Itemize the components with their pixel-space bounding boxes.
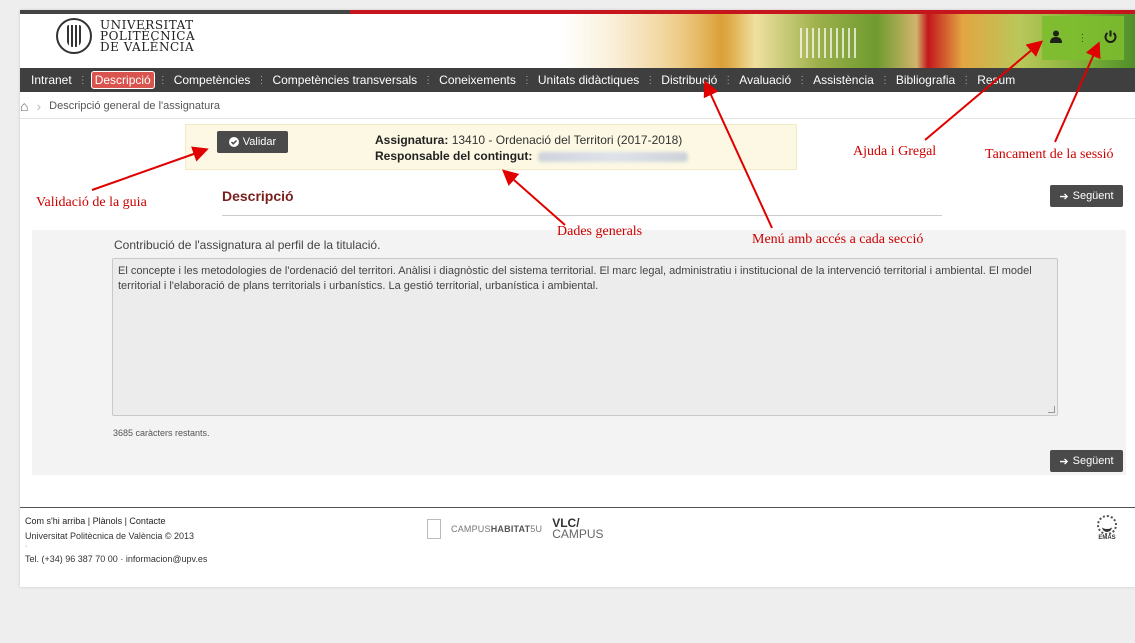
upv-logo[interactable]: UNIVERSITAT POLITÈCNICA DE VALÈNCIA — [56, 18, 195, 54]
nav-item-avaluacio[interactable]: Avaluació — [736, 71, 794, 89]
description-text: El concepte i les metodologies de l'orde… — [118, 265, 1032, 292]
nav-item-resum[interactable]: Resum — [974, 71, 1018, 89]
annotation-general-data: Dades generals — [557, 224, 643, 239]
campus-habitat-part-2: HABITAT — [490, 524, 531, 534]
description-textarea[interactable]: El concepte i les metodologies de l'orde… — [112, 258, 1058, 416]
footer-links[interactable]: Com s'hi arriba | Plànols | Contacte — [25, 516, 165, 526]
breadcrumb-divider — [20, 118, 1135, 119]
nav-item-descripcio[interactable]: Descripció — [90, 71, 155, 89]
nav-separator: ⋮ — [797, 74, 808, 86]
emas-icon — [1097, 515, 1117, 535]
nav-item-assistencia[interactable]: Assistència — [810, 71, 877, 89]
nav-item-competencies[interactable]: Competències — [171, 71, 254, 89]
nav-item-unitats-didactiques[interactable]: Unitats didàctiques — [535, 71, 642, 89]
subject-label: Assignatura: — [375, 133, 449, 147]
next-label: Següent — [1072, 190, 1114, 202]
university-name: UNIVERSITAT POLITÈCNICA DE VALÈNCIA — [100, 19, 195, 54]
section-title-divider — [222, 215, 942, 216]
footer-divider — [20, 507, 1135, 508]
breadcrumb: ⌂ › Descripció general de l'assignatura — [20, 96, 220, 116]
nav-separator: ⋮ — [723, 74, 734, 86]
arrow-right-icon: ➔ — [1059, 455, 1069, 468]
section-title: Descripció — [222, 188, 294, 204]
remaining-characters: 3685 caràcters restants. — [113, 428, 210, 438]
annotation-menu: Menú amb accés a cada secció — [752, 232, 924, 247]
question-label: Contribució de l'assignatura al perfil d… — [114, 238, 381, 252]
footer-partner-logos: CAMPUSHABITAT5U VLC/ CAMPUS — [427, 517, 604, 541]
owner-label: Responsable del contingut: — [375, 149, 533, 163]
nav-item-competencies-transversals[interactable]: Competències transversals — [269, 71, 420, 89]
power-icon[interactable] — [1104, 30, 1117, 46]
validate-label: Validar — [242, 136, 277, 148]
header: UNIVERSITAT POLITÈCNICA DE VALÈNCIA ⋮ — [20, 10, 1135, 68]
emas-logo[interactable]: EMAS — [1095, 515, 1119, 555]
arrow-right-icon: ➔ — [1059, 190, 1069, 203]
footer-contact: Tel. (+34) 96 387 70 00 · informacion@up… — [25, 554, 208, 564]
subject-info-box: Validar Assignatura: 13410 - Ordenació d… — [185, 124, 797, 170]
annotation-validation: Validació de la guia — [36, 195, 147, 210]
owner-name-redacted — [537, 151, 688, 162]
app-window: UNIVERSITAT POLITÈCNICA DE VALÈNCIA ⋮ In… — [20, 10, 1135, 587]
subject-value: 13410 - Ordenació del Territori (2017-20… — [451, 133, 683, 147]
nav-separator: ⋮ — [521, 74, 532, 86]
footer-copyright: Universitat Politècnica de València © 20… — [25, 531, 195, 541]
nav-separator: ⋮ — [157, 74, 168, 86]
nav-separator: ⋮ — [77, 74, 88, 86]
subject-line: Assignatura: 13410 - Ordenació del Terri… — [375, 133, 682, 147]
campus-habitat-part-1: CAMPUS — [451, 524, 491, 534]
annotation-logout: Tancament de la sessió — [985, 147, 1114, 162]
vlc-campus-part-2: CAMPUS — [552, 527, 604, 541]
user-icon[interactable] — [1049, 30, 1062, 46]
annotation-help: Ajuda i Gregal — [853, 144, 937, 159]
nav-separator: ⋮ — [423, 74, 434, 86]
nav-separator: ⋮ — [961, 74, 972, 86]
user-tools: ⋮ — [1042, 16, 1124, 60]
validate-button[interactable]: Validar — [217, 131, 288, 153]
emas-label: EMAS — [1098, 535, 1116, 541]
nav-item-coneixements[interactable]: Coneixements — [436, 71, 519, 89]
footer-dot: · — [25, 543, 28, 550]
university-name-line-3: DE VALÈNCIA — [100, 39, 195, 54]
university-seal-icon — [56, 18, 92, 54]
nav-item-bibliografia[interactable]: Bibliografia — [893, 71, 958, 89]
vlc-campus-logo[interactable]: VLC/ CAMPUS — [552, 517, 604, 541]
campus-habitat-part-3: 5U — [530, 524, 543, 534]
chevron-right-icon: › — [36, 98, 42, 114]
header-top-line — [20, 10, 350, 14]
nav-item-distribucio[interactable]: Distribució — [658, 71, 720, 89]
main-nav: Intranet ⋮ Descripció ⋮ Competències ⋮ C… — [20, 68, 1135, 92]
home-icon[interactable]: ⌂ — [20, 98, 28, 114]
user-tools-separator: ⋮ — [1077, 32, 1088, 44]
breadcrumb-current: Descripció general de l'assignatura — [49, 100, 221, 112]
check-circle-icon — [228, 137, 239, 147]
next-label: Següent — [1072, 455, 1114, 467]
resize-handle-icon[interactable] — [1048, 406, 1055, 413]
nav-item-intranet[interactable]: Intranet — [28, 71, 75, 89]
owner-line: Responsable del contingut: — [375, 149, 688, 163]
nav-separator: ⋮ — [645, 74, 656, 86]
nav-separator: ⋮ — [879, 74, 890, 86]
banner-pattern — [800, 28, 860, 58]
next-button-top[interactable]: ➔ Següent — [1050, 185, 1123, 207]
campus-habitat-icon — [427, 519, 441, 539]
next-button-bottom[interactable]: ➔ Següent — [1050, 450, 1123, 472]
nav-separator: ⋮ — [256, 74, 267, 86]
campus-habitat-logo[interactable]: CAMPUSHABITAT5U — [451, 524, 542, 534]
